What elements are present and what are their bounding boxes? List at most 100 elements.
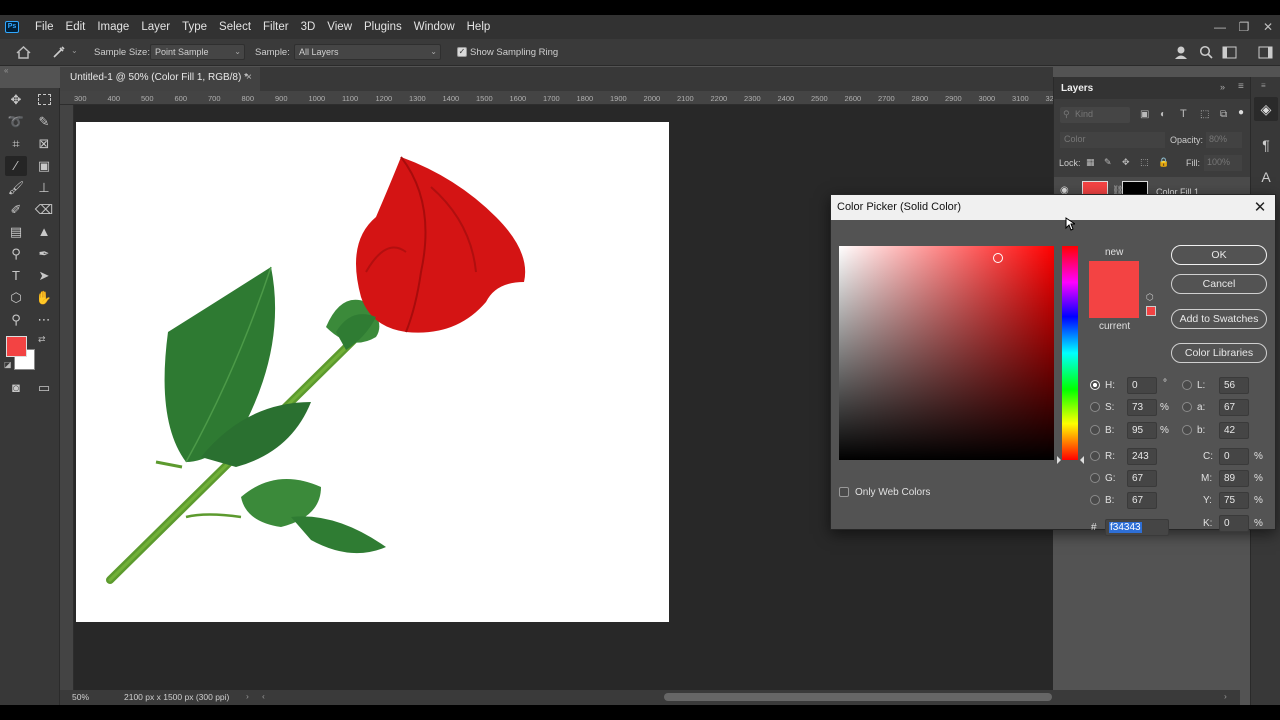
zoom-icon[interactable]: ⚲	[5, 310, 27, 330]
hue-input[interactable]: 0	[1127, 377, 1157, 394]
close-icon[interactable]: ✕	[1251, 195, 1269, 220]
add-to-swatches-button[interactable]: Add to Swatches	[1171, 309, 1267, 329]
current-color-swatch[interactable]	[1089, 290, 1139, 318]
lock-image-icon[interactable]: ✎	[1104, 157, 1112, 168]
panel-collapse-icon[interactable]: »	[1220, 82, 1225, 92]
menu-select[interactable]: Select	[213, 15, 257, 39]
pen-icon[interactable]: ✒	[33, 244, 55, 264]
lock-position-icon[interactable]: ✥	[1122, 157, 1130, 168]
search-icon[interactable]	[1199, 45, 1213, 59]
scroll-right-icon[interactable]: ›	[1224, 691, 1227, 701]
opacity-value[interactable]: 80%	[1209, 134, 1227, 144]
character-icon[interactable]: A	[1254, 165, 1278, 189]
panel-toggle-icon[interactable]	[1258, 46, 1273, 59]
lasso-icon[interactable]: ➰	[5, 112, 27, 132]
brush-icon[interactable]: 🖌	[5, 178, 27, 198]
close-tab-icon[interactable]: ×	[246, 67, 252, 89]
document-tab[interactable]: Untitled-1 @ 50% (Color Fill 1, RGB/8) *…	[60, 67, 260, 91]
saturation-input[interactable]: 73	[1127, 399, 1157, 416]
stamp-icon[interactable]: ⊥	[33, 178, 55, 198]
workspace-icon[interactable]	[1222, 46, 1237, 59]
radio-lightness[interactable]	[1182, 380, 1192, 390]
menu-help[interactable]: Help	[461, 15, 497, 39]
minimize-icon[interactable]: —	[1208, 15, 1232, 39]
eraser-icon[interactable]: ⌫	[33, 200, 55, 220]
saturation-brightness-field[interactable]	[839, 246, 1054, 460]
web-safe-swatch[interactable]	[1146, 306, 1156, 316]
share-user-icon[interactable]	[1174, 45, 1190, 60]
document-canvas[interactable]	[76, 122, 669, 622]
screen-mode-icon[interactable]: ▭	[33, 378, 55, 398]
b-input[interactable]: 42	[1219, 422, 1249, 439]
dialog-title-bar[interactable]: Color Picker (Solid Color)	[831, 195, 1275, 220]
magenta-input[interactable]: 89	[1219, 470, 1249, 487]
horizontal-scrollbar[interactable]	[664, 693, 1052, 701]
quick-select-icon[interactable]: ✎	[33, 112, 55, 132]
filter-pixel-icon[interactable]: ▣	[1140, 109, 1149, 120]
scroll-left-icon[interactable]: ‹	[262, 691, 265, 701]
filter-shape-icon[interactable]: ⬚	[1200, 109, 1209, 120]
marquee-icon[interactable]	[33, 90, 55, 110]
menu-edit[interactable]: Edit	[60, 15, 92, 39]
close-window-icon[interactable]: ✕	[1256, 15, 1280, 39]
menu-file[interactable]: File	[29, 15, 60, 39]
more-icon[interactable]: ⋯	[33, 310, 55, 330]
ok-button[interactable]: OK	[1171, 245, 1267, 265]
eyedropper-icon[interactable]	[52, 45, 66, 59]
lock-transparency-icon[interactable]: ▦	[1086, 157, 1095, 168]
color-selection-marker[interactable]	[993, 253, 1003, 263]
radio-a[interactable]	[1182, 402, 1192, 412]
menu-plugins[interactable]: Plugins	[358, 15, 408, 39]
gradient-icon[interactable]: ▤	[5, 222, 27, 242]
move-icon[interactable]: ✥	[5, 90, 27, 110]
gamut-cube-icon[interactable]: ⬡	[1146, 292, 1154, 303]
menu-filter[interactable]: Filter	[257, 15, 295, 39]
panel-menu-icon[interactable]: ≡	[1238, 81, 1244, 92]
hand-icon[interactable]: ✋	[33, 288, 55, 308]
blend-mode-select[interactable]: Color	[1064, 134, 1086, 144]
cyan-input[interactable]: 0	[1219, 448, 1249, 465]
swap-colors-icon[interactable]: ⇄	[38, 334, 46, 345]
color-libraries-button[interactable]: Color Libraries	[1171, 343, 1267, 363]
filter-toggle-icon[interactable]: ●	[1238, 107, 1244, 118]
hue-slider[interactable]	[1062, 246, 1078, 460]
blur-icon[interactable]: ▲	[33, 222, 55, 242]
menu-view[interactable]: View	[321, 15, 358, 39]
radio-blue[interactable]	[1090, 495, 1100, 505]
sample-select[interactable]: All Layers ⌄	[294, 44, 441, 60]
dock-collapse-icon[interactable]: ≡	[1261, 81, 1266, 90]
menu-3d[interactable]: 3D	[295, 15, 322, 39]
hex-input[interactable]: f34343	[1105, 519, 1169, 536]
lock-artboard-icon[interactable]: ⬚	[1140, 157, 1149, 168]
menu-image[interactable]: Image	[91, 15, 135, 39]
eyedropper-tool-icon[interactable]: ⁄	[5, 156, 27, 176]
red-input[interactable]: 243	[1127, 448, 1157, 465]
radio-red[interactable]	[1090, 451, 1100, 461]
status-menu-arrow-icon[interactable]: ›	[246, 691, 249, 701]
show-sampling-ring-checkbox[interactable]: ✓	[457, 47, 467, 57]
menu-layer[interactable]: Layer	[135, 15, 176, 39]
cancel-button[interactable]: Cancel	[1171, 274, 1267, 294]
filter-smart-icon[interactable]: ⧉	[1220, 109, 1227, 120]
history-brush-icon[interactable]: ✐	[5, 200, 27, 220]
a-input[interactable]: 67	[1219, 399, 1249, 416]
radio-green[interactable]	[1090, 473, 1100, 483]
menu-window[interactable]: Window	[408, 15, 461, 39]
collapse-toolbar-icon[interactable]: «	[4, 66, 8, 75]
crop-icon[interactable]: ⌗	[5, 134, 27, 154]
green-input[interactable]: 67	[1127, 470, 1157, 487]
hue-slider-right-arrow[interactable]	[1080, 456, 1084, 464]
brightness-input[interactable]: 95	[1127, 422, 1157, 439]
layers-icon[interactable]: ◈	[1254, 97, 1278, 121]
lightness-input[interactable]: 56	[1219, 377, 1249, 394]
default-colors-icon[interactable]: ◪	[4, 360, 12, 369]
dodge-icon[interactable]: ⚲	[5, 244, 27, 264]
home-icon[interactable]	[16, 46, 31, 59]
sample-size-select[interactable]: Point Sample ⌄	[150, 44, 245, 60]
radio-hue[interactable]	[1090, 380, 1100, 390]
menu-type[interactable]: Type	[176, 15, 213, 39]
frame-icon[interactable]: ⊠	[33, 134, 55, 154]
layers-tab[interactable]: Layers	[1061, 83, 1093, 94]
kind-filter[interactable]: Kind	[1075, 109, 1093, 119]
shape-icon[interactable]: ⬡	[5, 288, 27, 308]
